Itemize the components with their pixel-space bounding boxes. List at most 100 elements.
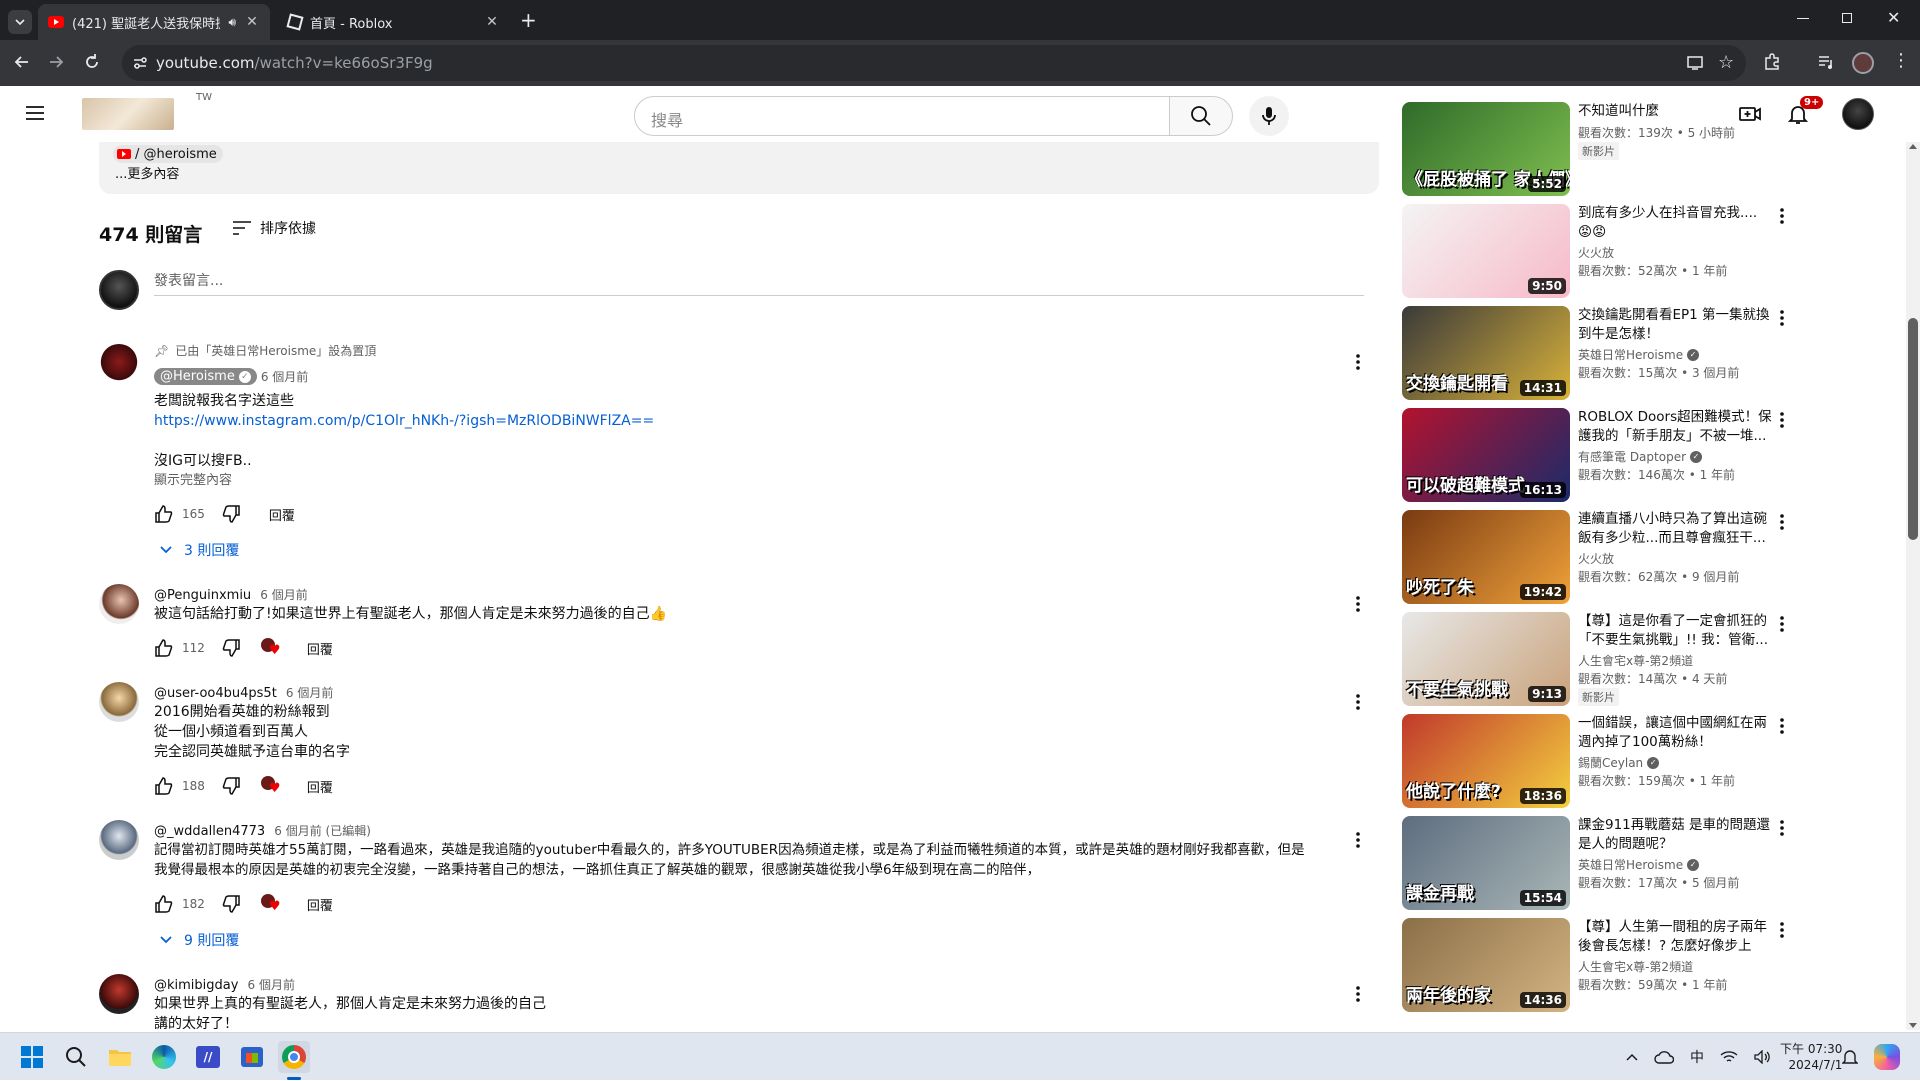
volume-icon[interactable] bbox=[1754, 1050, 1772, 1064]
video-thumbnail[interactable]: 交換鑰匙開看 14:31 bbox=[1402, 306, 1570, 400]
minimize-icon[interactable] bbox=[1797, 18, 1809, 19]
tab-youtube[interactable]: (421) 聖誕老人送我保時捷！ 🔊︎ ✕ bbox=[38, 4, 270, 40]
video-thumbnail[interactable]: 吵死了朱 19:42 bbox=[1402, 510, 1570, 604]
restore-icon[interactable] bbox=[1842, 13, 1852, 23]
video-thumbnail[interactable]: 9:50 bbox=[1402, 204, 1570, 298]
site-info-icon[interactable] bbox=[132, 55, 148, 71]
video-description[interactable]: / @heroisme ...更多內容 bbox=[99, 142, 1379, 194]
like-icon[interactable] bbox=[154, 776, 174, 796]
cast-icon[interactable] bbox=[1686, 54, 1704, 72]
video-thumbnail[interactable]: 兩年後的家 14:36 bbox=[1402, 918, 1570, 1012]
video-title[interactable]: 一個錯誤，讓這個中國網紅在兩週內掉了100萬粉絲！ bbox=[1578, 714, 1774, 752]
video-menu-icon[interactable] bbox=[1780, 820, 1784, 836]
dislike-icon[interactable] bbox=[221, 894, 241, 914]
video-thumbnail[interactable]: 他說了什麼? 18:36 bbox=[1402, 714, 1570, 808]
back-icon[interactable] bbox=[12, 52, 32, 72]
view-replies-button[interactable]: 3 則回覆 bbox=[160, 540, 239, 560]
related-video-item[interactable]: 不要生氣挑戰 9:13 【尊】這是你看了一定會抓狂的「不要生氣挑戰」!! 我：管衛.… bbox=[1402, 612, 1802, 708]
comment-menu-icon[interactable] bbox=[1346, 828, 1370, 852]
start-button-icon[interactable] bbox=[16, 1041, 48, 1073]
show-full-comment[interactable]: 顯示完整內容 bbox=[154, 471, 654, 491]
comment-menu-icon[interactable] bbox=[1346, 690, 1370, 714]
video-channel[interactable]: 人生會宅x尊-第2頻道 bbox=[1578, 958, 1693, 975]
video-title[interactable]: 交換鑰匙開看看EP1 第一集就換到牛是怎樣！ bbox=[1578, 306, 1774, 344]
video-menu-icon[interactable] bbox=[1780, 412, 1784, 428]
related-video-item[interactable]: 《屁股被捅了 家人們》 5:52 不知道叫什麼 觀看次數：139次 • 5 小時前 新影… bbox=[1402, 102, 1802, 198]
reply-button[interactable]: 回覆 bbox=[307, 895, 333, 914]
video-thumbnail[interactable]: 《屁股被捅了 家人們》 5:52 bbox=[1402, 102, 1570, 196]
youtube-logo-doodle[interactable] bbox=[82, 98, 174, 130]
related-video-item[interactable]: 兩年後的家 14:36 【尊】人生第一間租的房子兩年後會長怎樣！? 怎麼好像步上小.… bbox=[1402, 918, 1802, 1014]
vscode-icon[interactable]: // bbox=[192, 1041, 224, 1073]
close-window-icon[interactable]: ✕ bbox=[1887, 8, 1900, 27]
reply-button[interactable]: 回覆 bbox=[269, 505, 295, 524]
video-menu-icon[interactable] bbox=[1780, 718, 1784, 734]
video-title[interactable]: ROBLOX Doors超困難模式！保護我的「新手朋友」不被一堆... bbox=[1578, 408, 1774, 446]
address-bar[interactable]: youtube.com/watch?v=ke66oSr3F9g ☆ bbox=[122, 45, 1746, 81]
commenter-avatar[interactable] bbox=[99, 682, 139, 722]
reply-button[interactable]: 回覆 bbox=[307, 639, 333, 658]
extensions-icon[interactable] bbox=[1762, 52, 1782, 72]
channel-handle-chip[interactable]: / @heroisme bbox=[113, 145, 223, 163]
commenter-avatar[interactable] bbox=[99, 344, 139, 384]
comment-author[interactable]: @_wddallen4773 bbox=[154, 824, 265, 839]
video-channel[interactable]: 有感筆電 Daptoper ✓ bbox=[1578, 448, 1703, 465]
creator-author-badge[interactable]: @Heroisme ✓ bbox=[154, 368, 257, 385]
copilot-icon[interactable] bbox=[1874, 1033, 1900, 1081]
add-comment-input[interactable]: 發表留言... bbox=[154, 270, 1364, 296]
speaker-icon[interactable]: 🔊︎ bbox=[228, 15, 236, 30]
close-tab-icon[interactable]: ✕ bbox=[484, 14, 500, 30]
related-video-item[interactable]: 他說了什麼? 18:36 一個錯誤，讓這個中國網紅在兩週內掉了100萬粉絲！ 錫蘭Ce… bbox=[1402, 714, 1802, 810]
related-video-item[interactable]: 吵死了朱 19:42 連續直播八小時只為了算出這碗飯有多少粒...而且尊會瘋狂干..… bbox=[1402, 510, 1802, 606]
profile-avatar-icon[interactable] bbox=[1852, 52, 1874, 74]
video-title[interactable]: 連續直播八小時只為了算出這碗飯有多少粒...而且尊會瘋狂干... bbox=[1578, 510, 1774, 548]
page-scrollbar[interactable] bbox=[1906, 142, 1920, 1030]
comment-author[interactable]: @kimibigday bbox=[154, 978, 238, 993]
comment-menu-icon[interactable] bbox=[1346, 982, 1370, 1006]
browser-menu-icon[interactable]: ⋮ bbox=[1892, 50, 1910, 71]
video-menu-icon[interactable] bbox=[1780, 310, 1784, 326]
video-channel[interactable]: 英雄日常Heroisme ✓ bbox=[1578, 346, 1700, 363]
video-menu-icon[interactable] bbox=[1780, 514, 1784, 530]
related-video-item[interactable]: 9:50 到底有多少人在抖音冒充我.... 😡😡 火火放 觀看次數：52萬次 • 1 … bbox=[1402, 204, 1802, 300]
reply-button[interactable]: 回覆 bbox=[307, 777, 333, 796]
dislike-icon[interactable] bbox=[221, 504, 241, 524]
video-title[interactable]: 不知道叫什麼 bbox=[1578, 102, 1774, 121]
media-control-icon[interactable] bbox=[1816, 52, 1836, 72]
like-icon[interactable] bbox=[154, 504, 174, 524]
dislike-icon[interactable] bbox=[221, 776, 241, 796]
dislike-icon[interactable] bbox=[221, 638, 241, 658]
scroll-down-icon[interactable] bbox=[1909, 1023, 1917, 1028]
commenter-avatar[interactable] bbox=[99, 584, 139, 624]
video-channel[interactable]: 英雄日常Heroisme ✓ bbox=[1578, 856, 1700, 873]
scrollbar-thumb[interactable] bbox=[1908, 318, 1918, 540]
sort-by-button[interactable]: 排序依據 bbox=[232, 218, 316, 238]
hamburger-menu-icon[interactable] bbox=[24, 104, 46, 122]
video-title[interactable]: 課金911再戰蘑菇 是車的問題還是人的問題呢？ bbox=[1578, 816, 1774, 854]
comment-author[interactable]: @Penguinxmiu bbox=[154, 588, 251, 603]
chevron-up-icon[interactable] bbox=[1626, 1053, 1638, 1061]
bookmark-star-icon[interactable]: ☆ bbox=[1718, 52, 1734, 73]
comment-author[interactable]: @user-oo4bu4ps5t bbox=[154, 686, 277, 701]
forward-icon[interactable] bbox=[46, 52, 66, 72]
like-icon[interactable] bbox=[154, 638, 174, 658]
search-taskbar-icon[interactable] bbox=[60, 1041, 92, 1073]
video-menu-icon[interactable] bbox=[1780, 922, 1784, 938]
store-icon[interactable] bbox=[236, 1041, 268, 1073]
scroll-up-icon[interactable] bbox=[1909, 144, 1917, 149]
related-video-item[interactable]: 可以破超難模式 16:13 ROBLOX Doors超困難模式！保護我的「新手朋友」… bbox=[1402, 408, 1802, 504]
onedrive-cloud-icon[interactable] bbox=[1654, 1050, 1674, 1064]
account-avatar[interactable] bbox=[1842, 98, 1874, 130]
ime-indicator[interactable]: 中 bbox=[1690, 1047, 1704, 1067]
edge-browser-icon[interactable] bbox=[148, 1041, 180, 1073]
new-tab-icon[interactable]: + bbox=[520, 8, 537, 32]
related-video-item[interactable]: 交換鑰匙開看 14:31 交換鑰匙開看看EP1 第一集就換到牛是怎樣！ 英雄日常Her… bbox=[1402, 306, 1802, 402]
video-menu-icon[interactable] bbox=[1780, 208, 1784, 224]
video-thumbnail[interactable]: 可以破超難模式 16:13 bbox=[1402, 408, 1570, 502]
view-replies-button[interactable]: 9 則回覆 bbox=[160, 930, 239, 950]
like-icon[interactable] bbox=[154, 894, 174, 914]
video-title[interactable]: 到底有多少人在抖音冒充我.... 😡😡 bbox=[1578, 204, 1774, 242]
show-more-link[interactable]: ...更多內容 bbox=[115, 163, 179, 182]
notification-center-icon[interactable] bbox=[1842, 1033, 1858, 1081]
reload-icon[interactable] bbox=[82, 52, 102, 72]
